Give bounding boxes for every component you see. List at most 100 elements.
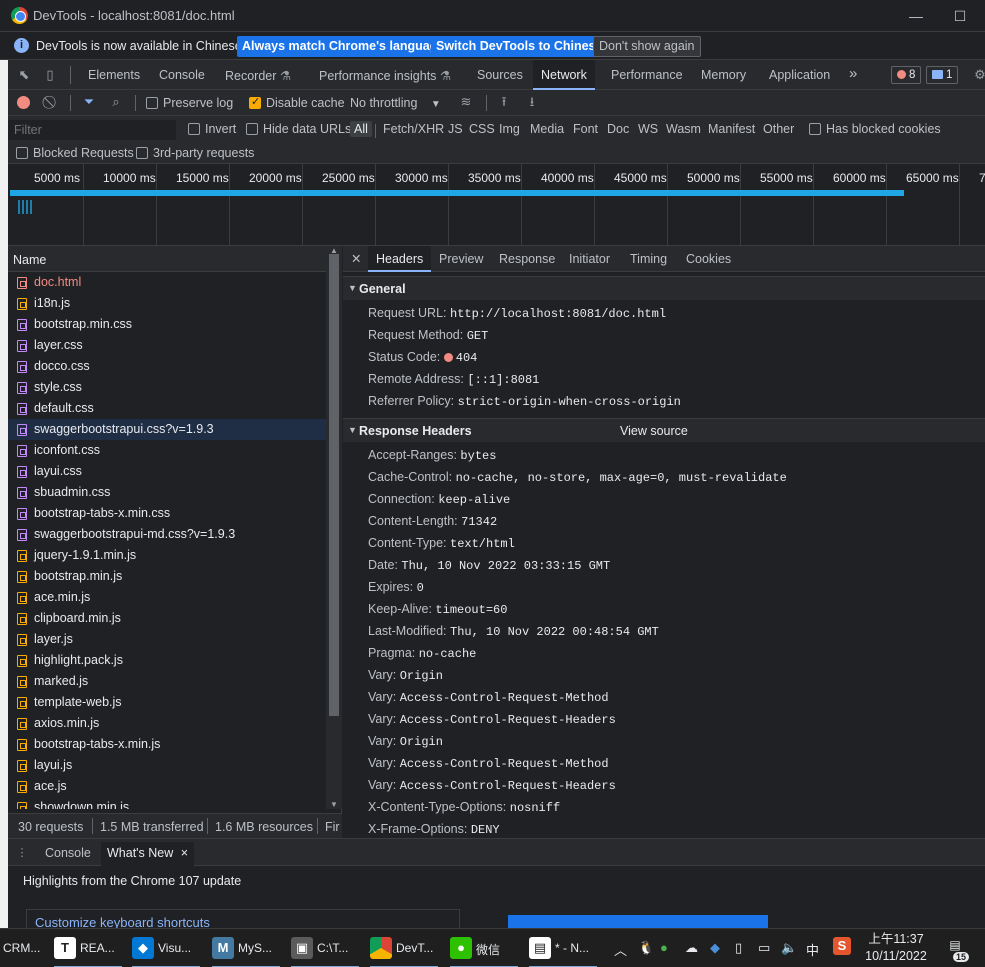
system-clock[interactable]: 上午11:37 10/11/2022: [862, 931, 930, 965]
filter-type-ws[interactable]: WS: [638, 122, 658, 136]
general-section-header[interactable]: ▼ General: [343, 276, 985, 300]
request-row[interactable]: docco.css: [8, 356, 326, 377]
taskbar-notepad[interactable]: ▤ * - N...: [525, 929, 601, 967]
request-row[interactable]: jquery-1.9.1.min.js: [8, 545, 326, 566]
tab-network[interactable]: Network: [533, 60, 595, 90]
tray-wechat-icon[interactable]: ●: [660, 940, 668, 955]
filter-type-img[interactable]: Img: [499, 122, 520, 136]
network-conditions-icon[interactable]: ≋: [458, 94, 474, 110]
clear-icon[interactable]: ⃠: [44, 94, 60, 110]
tab-preview[interactable]: Preview: [439, 252, 483, 266]
disable-cache-checkbox[interactable]: Disable cache: [249, 95, 345, 110]
search-icon[interactable]: ⌕: [108, 94, 124, 110]
tab-elements[interactable]: Elements: [88, 68, 140, 82]
request-row[interactable]: layer.js: [8, 629, 326, 650]
hide-data-urls-checkbox[interactable]: Hide data URLs: [246, 122, 351, 136]
filter-input[interactable]: [8, 120, 176, 140]
tab-memory[interactable]: Memory: [701, 68, 746, 82]
filter-type-js[interactable]: JS: [448, 122, 463, 136]
filter-type-font[interactable]: Font: [573, 122, 598, 136]
tray-usb-icon[interactable]: ▯: [735, 940, 742, 956]
request-row[interactable]: default.css: [8, 398, 326, 419]
taskbar-vscode[interactable]: ◆ Visu...: [128, 929, 204, 967]
filter-type-css[interactable]: CSS: [469, 122, 495, 136]
tray-network-icon[interactable]: ▭: [758, 940, 770, 956]
tray-overflow-icon[interactable]: ︿: [614, 940, 627, 959]
record-icon[interactable]: [17, 96, 30, 109]
blocked-requests-checkbox[interactable]: Blocked Requests: [16, 146, 134, 160]
filter-type-fetch-xhr[interactable]: Fetch/XHR: [383, 122, 444, 136]
sogou-ime-icon[interactable]: S: [833, 937, 851, 955]
close-detail-icon[interactable]: ✕: [351, 251, 361, 266]
device-toolbar-icon[interactable]: ▯: [42, 67, 58, 83]
throttling-select[interactable]: No throttling ▼: [350, 96, 441, 110]
request-row[interactable]: highlight.pack.js: [8, 650, 326, 671]
notification-center-icon[interactable]: ▤ 15: [943, 938, 969, 962]
switch-to-chinese-button[interactable]: Switch DevTools to Chinese: [431, 36, 608, 57]
tab-application[interactable]: Application: [769, 68, 830, 82]
scrollbar-thumb[interactable]: [329, 254, 339, 716]
drawer-tab-whats-new[interactable]: What's New ×: [101, 842, 195, 866]
settings-gear-icon[interactable]: ⚙: [972, 67, 985, 83]
request-row[interactable]: clipboard.min.js: [8, 608, 326, 629]
taskbar-wechat[interactable]: ● 微信: [446, 929, 522, 967]
request-row[interactable]: axios.min.js: [8, 713, 326, 734]
has-blocked-cookies-checkbox[interactable]: Has blocked cookies: [809, 122, 941, 136]
network-overview-timeline[interactable]: 5000 ms 10000 ms 15000 ms 20000 ms 25000 ms 3…: [0, 164, 985, 246]
filter-type-other[interactable]: Other: [763, 122, 794, 136]
tab-sources[interactable]: Sources: [477, 68, 523, 82]
filter-funnel-icon[interactable]: ⏷: [81, 94, 97, 110]
tab-headers[interactable]: Headers: [368, 246, 432, 272]
request-row[interactable]: layer.css: [8, 335, 326, 356]
tray-cloud-icon[interactable]: ☁: [685, 940, 698, 956]
request-list-scrollbar[interactable]: ▲ ▼: [326, 246, 342, 809]
request-row[interactable]: template-web.js: [8, 692, 326, 713]
tray-qq-icon[interactable]: 🐧: [638, 940, 654, 956]
ime-indicator[interactable]: 中: [806, 940, 819, 959]
maximize-button[interactable]: ☐: [950, 6, 970, 26]
taskbar-file-explorer[interactable]: ▣ C:\T...: [287, 929, 363, 967]
tab-performance-insights[interactable]: Performance insights ⚗: [319, 68, 451, 83]
export-har-icon[interactable]: ⭳: [524, 94, 540, 110]
invert-checkbox[interactable]: Invert: [188, 122, 236, 136]
request-row[interactable]: layui.css: [8, 461, 326, 482]
tab-response[interactable]: Response: [499, 252, 555, 266]
filter-type-wasm[interactable]: Wasm: [666, 122, 701, 136]
tab-performance[interactable]: Performance: [611, 68, 683, 82]
request-row[interactable]: ace.min.js: [8, 587, 326, 608]
filter-type-media[interactable]: Media: [530, 122, 564, 136]
close-tab-icon[interactable]: ×: [181, 846, 188, 860]
tab-initiator[interactable]: Initiator: [569, 252, 610, 266]
inspect-element-icon[interactable]: ⬉: [16, 67, 32, 83]
request-row[interactable]: bootstrap.min.css: [8, 314, 326, 335]
request-row[interactable]: i18n.js: [8, 293, 326, 314]
request-row[interactable]: bootstrap.min.js: [8, 566, 326, 587]
filter-type-doc[interactable]: Doc: [607, 122, 629, 136]
more-tabs-button[interactable]: »: [849, 65, 857, 82]
scroll-down-icon[interactable]: ▼: [330, 800, 338, 809]
filter-type-all[interactable]: All: [350, 121, 372, 137]
messages-badge[interactable]: 1: [926, 66, 959, 84]
drawer-tab-console[interactable]: Console: [45, 846, 91, 860]
response-headers-section-header[interactable]: ▼ Response Headers View source: [343, 418, 985, 442]
tray-app-icon[interactable]: ◆: [710, 940, 720, 956]
tab-console[interactable]: Console: [159, 68, 205, 82]
request-row[interactable]: swaggerbootstrapui.css?v=1.9.3: [8, 419, 326, 440]
request-row[interactable]: doc.html: [8, 272, 326, 293]
minimize-button[interactable]: —: [906, 6, 926, 26]
request-row[interactable]: layui.js: [8, 755, 326, 776]
taskbar-typora[interactable]: T REA...: [50, 929, 126, 967]
taskbar-crm-app[interactable]: CRM...: [0, 929, 48, 967]
request-row[interactable]: showdown.min.js: [8, 797, 326, 809]
tab-timing[interactable]: Timing: [630, 252, 667, 266]
import-har-icon[interactable]: ⭱: [496, 94, 512, 110]
request-row[interactable]: swaggerbootstrapui-md.css?v=1.9.3: [8, 524, 326, 545]
request-row[interactable]: style.css: [8, 377, 326, 398]
tab-cookies[interactable]: Cookies: [686, 252, 731, 266]
taskbar-chrome-devtools[interactable]: DevT...: [366, 929, 442, 967]
match-language-button[interactable]: Always match Chrome's language: [237, 36, 450, 57]
dont-show-again-button[interactable]: Don't show again: [593, 36, 701, 57]
tray-volume-icon[interactable]: 🔈: [781, 940, 797, 956]
taskbar-mysql-workbench[interactable]: M MyS...: [208, 929, 284, 967]
filter-type-manifest[interactable]: Manifest: [708, 122, 755, 136]
